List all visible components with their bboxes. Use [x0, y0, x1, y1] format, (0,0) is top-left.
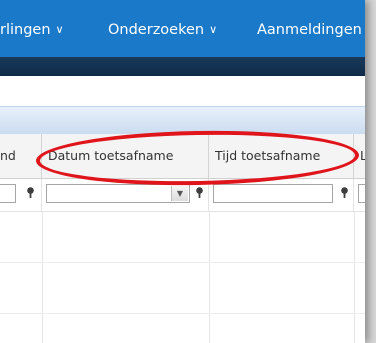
filter-input[interactable] [358, 184, 365, 203]
chevron-down-icon: ∨ [55, 23, 64, 36]
app-window: rlingen ∨ Onderzoeken ∨ Aanmeldingen nd Da… [0, 0, 365, 343]
column-divider [354, 212, 355, 343]
filter-cell [0, 179, 42, 211]
column-divider [209, 212, 210, 343]
nav-item-label: rlingen [0, 22, 51, 38]
content-spacer [0, 76, 365, 106]
nav-item-aanmeldingen[interactable]: Aanmeldingen [257, 22, 362, 38]
filter-icon[interactable] [195, 187, 204, 199]
sub-navigation-bar [0, 57, 365, 76]
filter-date-input[interactable]: ▼ [46, 184, 190, 203]
row-divider [0, 313, 365, 314]
nav-item-label: Onderzoeken [108, 22, 205, 38]
column-header-partial[interactable]: nd [0, 134, 42, 178]
nav-item-leerlingen[interactable]: rlingen ∨ [0, 22, 64, 38]
nav-item-label: Aanmeldingen [257, 22, 362, 38]
filter-time-input[interactable] [213, 184, 333, 203]
column-header-label: L [360, 148, 365, 163]
filter-icon[interactable] [26, 187, 35, 199]
filter-cell [354, 179, 365, 211]
chevron-down-icon: ∨ [209, 23, 218, 36]
filter-icon[interactable] [340, 187, 349, 199]
row-divider [0, 262, 365, 263]
column-header-label: nd [0, 148, 16, 163]
filter-input[interactable] [0, 184, 16, 203]
dropdown-arrow-icon[interactable]: ▼ [171, 186, 188, 201]
column-divider [42, 212, 43, 343]
grid-body [0, 212, 365, 343]
top-navigation: rlingen ∨ Onderzoeken ∨ Aanmeldingen [0, 0, 365, 57]
nav-item-onderzoeken[interactable]: Onderzoeken ∨ [108, 22, 217, 38]
